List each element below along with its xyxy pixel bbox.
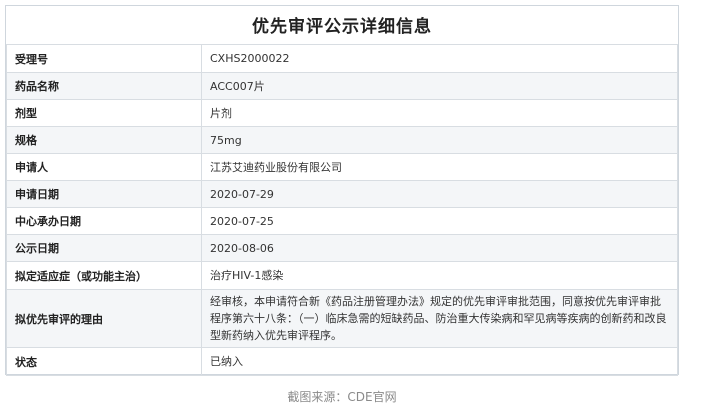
row-label-applicant: 申请人 bbox=[6, 153, 202, 181]
table-row: 公示日期 2020-08-06 bbox=[6, 234, 678, 262]
page-title: 优先审评公示详细信息 bbox=[252, 16, 432, 37]
table-row: 拟定适应症（或功能主治） 治疗HIV-1感染 bbox=[6, 261, 678, 290]
row-value-dosage-form: 片剂 bbox=[201, 99, 678, 127]
row-value-drug-name: ACC007片 bbox=[201, 72, 678, 100]
row-value-publication-date: 2020-08-06 bbox=[201, 234, 678, 262]
row-label-priority-reason: 拟优先审评的理由 bbox=[6, 289, 202, 348]
row-value-specification: 75mg bbox=[201, 126, 678, 154]
row-label-dosage-form: 剂型 bbox=[6, 99, 202, 127]
row-label-indication: 拟定适应症（或功能主治） bbox=[6, 261, 202, 290]
table-row: 申请日期 2020-07-29 bbox=[6, 180, 678, 208]
table-row: 中心承办日期 2020-07-25 bbox=[6, 207, 678, 235]
table-row: 状态 已纳入 bbox=[6, 347, 678, 376]
row-label-application-date: 申请日期 bbox=[6, 180, 202, 208]
row-label-publication-date: 公示日期 bbox=[6, 234, 202, 262]
row-label-drug-name: 药品名称 bbox=[6, 72, 202, 100]
row-label-center-handling-date: 中心承办日期 bbox=[6, 207, 202, 235]
row-value-applicant: 江苏艾迪药业股份有限公司 bbox=[201, 153, 678, 181]
table-row: 药品名称 ACC007片 bbox=[6, 72, 678, 100]
image-source-caption: 截图来源：CDE官网 bbox=[287, 390, 397, 404]
row-value-status: 已纳入 bbox=[201, 347, 678, 376]
table-row: 规格 75mg bbox=[6, 126, 678, 154]
table-row: 剂型 片剂 bbox=[6, 99, 678, 127]
table-row: 申请人 江苏艾迪药业股份有限公司 bbox=[6, 153, 678, 181]
detail-panel: 优先审评公示详细信息 受理号 CXHS2000022 药品名称 ACC007片 … bbox=[5, 5, 679, 376]
table-row: 受理号 CXHS2000022 bbox=[6, 44, 678, 73]
row-value-acceptance-number: CXHS2000022 bbox=[201, 44, 678, 73]
row-label-specification: 规格 bbox=[6, 126, 202, 154]
row-label-acceptance-number: 受理号 bbox=[6, 44, 202, 73]
row-value-indication: 治疗HIV-1感染 bbox=[201, 261, 678, 290]
table-row: 拟优先审评的理由 经审核，本申请符合新《药品注册管理办法》规定的优先审评审批范围… bbox=[6, 289, 678, 348]
row-value-center-handling-date: 2020-07-25 bbox=[201, 207, 678, 235]
row-value-application-date: 2020-07-29 bbox=[201, 180, 678, 208]
row-label-status: 状态 bbox=[6, 347, 202, 376]
info-table: 受理号 CXHS2000022 药品名称 ACC007片 剂型 片剂 规格 75… bbox=[6, 44, 678, 376]
row-value-priority-reason: 经审核，本申请符合新《药品注册管理办法》规定的优先审评审批范围，同意按优先审评审… bbox=[201, 289, 678, 348]
